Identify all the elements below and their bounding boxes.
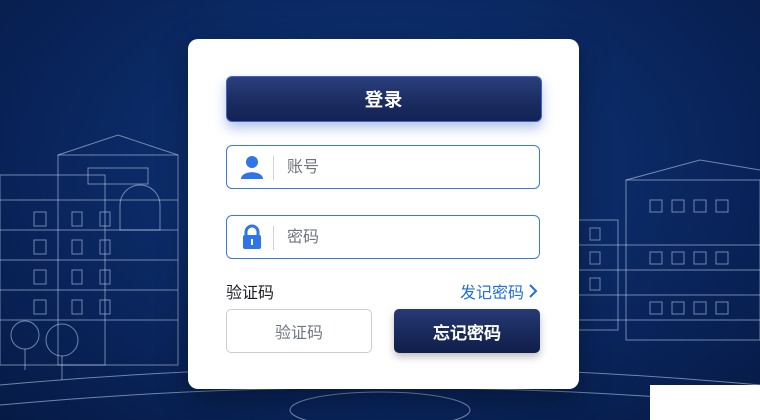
send-password-link-label: 发记密码 — [460, 283, 525, 302]
send-password-link[interactable]: 发记密码 — [460, 279, 538, 303]
user-icon — [241, 156, 263, 179]
captcha-label: 验证码 — [226, 283, 275, 302]
account-field[interactable]: 账号 — [226, 145, 540, 189]
forgot-password-label: 忘记密码 — [433, 323, 501, 344]
password-field[interactable]: 密码 — [226, 215, 540, 259]
lock-icon — [243, 224, 261, 249]
field-divider — [273, 156, 274, 180]
forgot-password-button[interactable]: 忘记密码 — [394, 309, 540, 353]
account-placeholder: 账号 — [287, 157, 320, 176]
login-button-label: 登录 — [365, 90, 403, 111]
login-card: 登录 账号 密码 验证码 发记密码 验证码 忘记密码 — [188, 39, 579, 389]
login-button[interactable]: 登录 — [226, 76, 542, 122]
password-placeholder: 密码 — [287, 227, 320, 246]
captcha-input[interactable]: 验证码 — [226, 309, 372, 353]
corner-patch — [650, 385, 760, 420]
chevron-right-icon — [529, 284, 538, 298]
captcha-input-placeholder: 验证码 — [274, 323, 323, 342]
field-divider — [273, 226, 274, 250]
